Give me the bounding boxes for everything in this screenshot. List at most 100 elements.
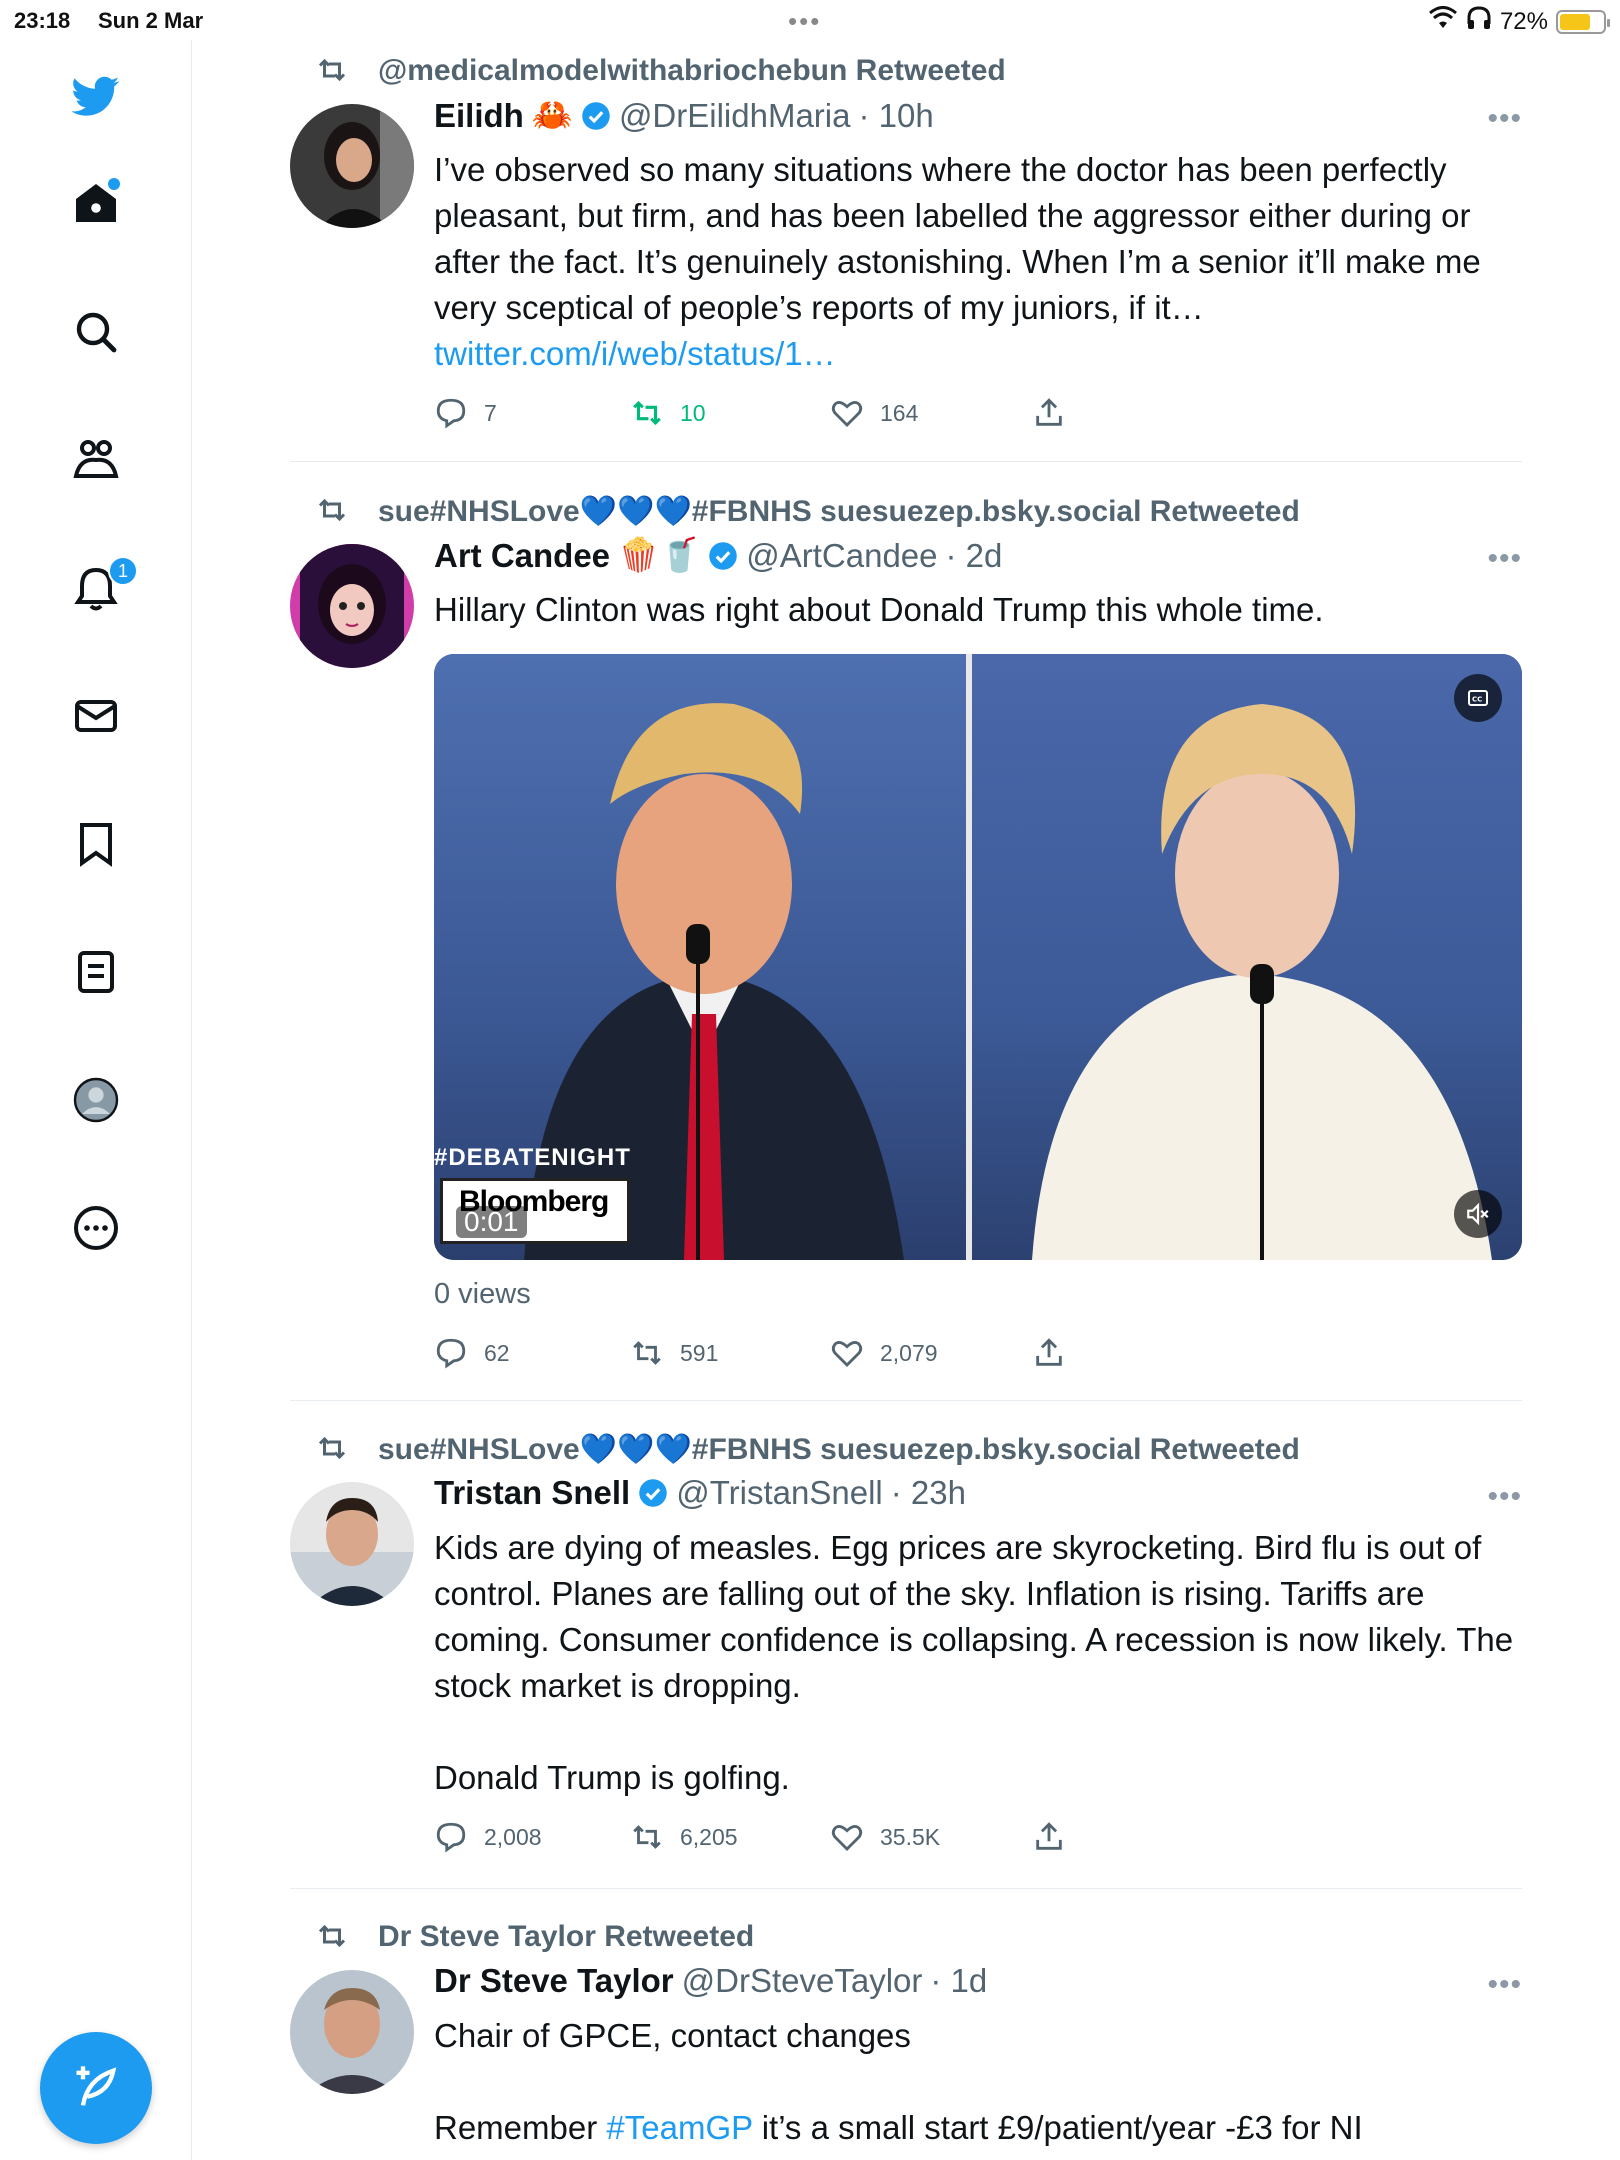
author-name[interactable]: Tristan Snell bbox=[434, 1474, 630, 1512]
heart-icon bbox=[831, 1824, 863, 1852]
retweet-icon bbox=[633, 1341, 661, 1365]
captions-icon[interactable]: CC bbox=[1454, 674, 1502, 722]
retweet-count: 591 bbox=[680, 1339, 719, 1366]
twitter-logo-icon[interactable] bbox=[68, 68, 124, 124]
video-right-panel bbox=[972, 654, 1522, 1260]
share-button[interactable] bbox=[1032, 1336, 1066, 1370]
like-button[interactable]: 2,079 bbox=[830, 1336, 938, 1370]
more-options-icon[interactable]: ••• bbox=[1487, 542, 1522, 576]
tweet-time[interactable]: · 23h bbox=[891, 1474, 966, 1512]
like-count: 35.5K bbox=[880, 1823, 941, 1850]
retweet-button[interactable]: 6,205 bbox=[630, 1820, 738, 1854]
tweet[interactable]: Dr Steve Taylor Retweeted Dr Steve Taylo… bbox=[290, 1916, 1522, 2160]
tweet-actions: 2,008 6,205 35.5K bbox=[434, 1820, 1134, 1860]
tweet[interactable]: sue#NHSLove💙💙💙#FBNHS suesuezep.bsky.soci… bbox=[290, 490, 1522, 1390]
battery-icon bbox=[1556, 9, 1610, 34]
avatar[interactable] bbox=[290, 1970, 414, 2094]
share-button[interactable] bbox=[1032, 396, 1066, 430]
more-options-icon[interactable] bbox=[68, 1200, 124, 1256]
tweet-text: I’ve observed so many situations where t… bbox=[434, 147, 1522, 377]
retweet-button[interactable]: 10 bbox=[630, 396, 706, 430]
avatar[interactable] bbox=[290, 104, 414, 228]
retweeted-by-text: @medicalmodelwithabriochebun Retweeted bbox=[378, 54, 1006, 87]
reply-button[interactable]: 2,008 bbox=[434, 1820, 542, 1854]
heart-icon bbox=[831, 1340, 863, 1368]
retweeted-by-text: sue#NHSLove💙💙💙#FBNHS suesuezep.bsky.soci… bbox=[378, 1433, 1300, 1466]
divider bbox=[290, 1400, 1522, 1401]
retweet-icon bbox=[633, 1825, 661, 1849]
reply-count: 7 bbox=[484, 399, 497, 426]
retweet-icon bbox=[312, 492, 352, 536]
tweet-body-suffix: it’s a small start £9/patient/year -£3 f… bbox=[752, 2109, 1363, 2146]
retweeted-by-label: sue#NHSLove💙💙💙#FBNHS suesuezep.bsky.soci… bbox=[318, 494, 1300, 529]
retweet-icon bbox=[312, 52, 352, 96]
retweeted-by-label: sue#NHSLove💙💙💙#FBNHS suesuezep.bsky.soci… bbox=[318, 1432, 1300, 1467]
multitasking-dots-icon[interactable]: ••• bbox=[788, 6, 821, 37]
video-timer: 0:01 bbox=[456, 1206, 527, 1238]
tweet-header: Eilidh 🦀 @DrEilidhMaria · 10h bbox=[434, 96, 934, 135]
like-button[interactable]: 35.5K bbox=[830, 1820, 940, 1854]
author-handle[interactable]: @DrSteveTaylor bbox=[682, 1962, 923, 2000]
compose-tweet-button[interactable] bbox=[40, 2032, 152, 2144]
retweet-count: 10 bbox=[680, 399, 706, 426]
reply-button[interactable]: 62 bbox=[434, 1336, 510, 1370]
more-options-icon[interactable]: ••• bbox=[1487, 102, 1522, 136]
retweet-icon bbox=[312, 1918, 352, 1962]
retweeted-by-label: @medicalmodelwithabriochebun Retweeted bbox=[318, 54, 1006, 88]
like-count: 164 bbox=[880, 399, 919, 426]
retweet-button[interactable]: 591 bbox=[630, 1336, 718, 1370]
profile-avatar-icon[interactable] bbox=[68, 1072, 124, 1128]
tweet-text: Kids are dying of measles. Egg prices ar… bbox=[434, 1529, 1514, 1796]
author-handle[interactable]: @ArtCandee bbox=[746, 537, 937, 575]
status-indicators: 72% bbox=[1428, 6, 1610, 37]
author-name[interactable]: Dr Steve Taylor bbox=[434, 1962, 674, 2000]
more-options-icon[interactable]: ••• bbox=[1487, 1968, 1522, 2002]
share-button[interactable] bbox=[1032, 1820, 1066, 1854]
search-icon[interactable] bbox=[68, 304, 124, 360]
retweeted-by-text: sue#NHSLove💙💙💙#FBNHS suesuezep.bsky.soci… bbox=[378, 495, 1300, 528]
share-icon bbox=[1036, 1822, 1062, 1850]
mute-icon[interactable] bbox=[1454, 1190, 1502, 1238]
tweet-body-prefix: Remember bbox=[434, 2109, 607, 2146]
like-button[interactable]: 164 bbox=[830, 396, 918, 430]
lists-icon[interactable] bbox=[68, 944, 124, 1000]
tweet-link[interactable]: twitter.com/i/web/status/1… bbox=[434, 335, 836, 372]
bookmark-icon[interactable] bbox=[68, 816, 124, 872]
battery-percent: 72% bbox=[1499, 7, 1548, 35]
author-emoji: 🦀 bbox=[531, 96, 573, 133]
author-handle[interactable]: @DrEilidhMaria bbox=[619, 97, 851, 135]
verified-badge-icon bbox=[639, 1479, 667, 1507]
tweet-actions: 62 591 2,079 bbox=[434, 1336, 1134, 1376]
messages-mail-icon[interactable] bbox=[68, 688, 124, 744]
author-emoji: 🍿🥤 bbox=[618, 536, 701, 573]
tweet[interactable]: @medicalmodelwithabriochebun Retweeted E… bbox=[290, 50, 1522, 440]
view-count: 0 views bbox=[434, 1278, 531, 1310]
hashtag-link[interactable]: #TeamGP bbox=[606, 2109, 752, 2146]
author-name[interactable]: Art Candee bbox=[434, 537, 610, 575]
notifications-bell-icon[interactable]: 1 bbox=[68, 556, 138, 616]
tweet-header: Dr Steve Taylor @DrSteveTaylor · 1d bbox=[434, 1962, 987, 2000]
home-icon[interactable] bbox=[68, 176, 124, 232]
communities-icon[interactable] bbox=[68, 432, 124, 488]
more-options-icon[interactable]: ••• bbox=[1487, 1480, 1522, 1514]
tweet-time[interactable]: · 2d bbox=[946, 537, 1003, 575]
tweet-body: I’ve observed so many situations where t… bbox=[434, 151, 1490, 326]
notifications-count-badge: 1 bbox=[108, 556, 138, 586]
tweet-header: Art Candee 🍿🥤 @ArtCandee · 2d bbox=[434, 536, 1002, 575]
author-name[interactable]: Eilidh bbox=[434, 97, 524, 135]
avatar[interactable] bbox=[290, 1482, 414, 1606]
tweet[interactable]: sue#NHSLove💙💙💙#FBNHS suesuezep.bsky.soci… bbox=[290, 1428, 1522, 1868]
reply-button[interactable]: 7 bbox=[434, 396, 497, 430]
video-player[interactable]: #DEBATENIGHT Bloomberg 0:01 CC bbox=[434, 654, 1522, 1260]
author-handle[interactable]: @TristanSnell bbox=[676, 1474, 883, 1512]
avatar[interactable] bbox=[290, 544, 414, 668]
heart-icon bbox=[831, 400, 863, 428]
tweet-time[interactable]: · 10h bbox=[859, 97, 934, 135]
status-time: 23:18 bbox=[14, 8, 71, 33]
tweet-body-line1: Chair of GPCE, contact changes bbox=[434, 2017, 911, 2054]
video-hashtag: #DEBATENIGHT bbox=[434, 1144, 631, 1171]
retweeted-by-text: Dr Steve Taylor Retweeted bbox=[378, 1920, 755, 1953]
verified-badge-icon bbox=[709, 541, 737, 570]
tweet-time[interactable]: · 1d bbox=[930, 1962, 987, 2000]
tweet-actions: 7 10 164 bbox=[434, 396, 1134, 436]
